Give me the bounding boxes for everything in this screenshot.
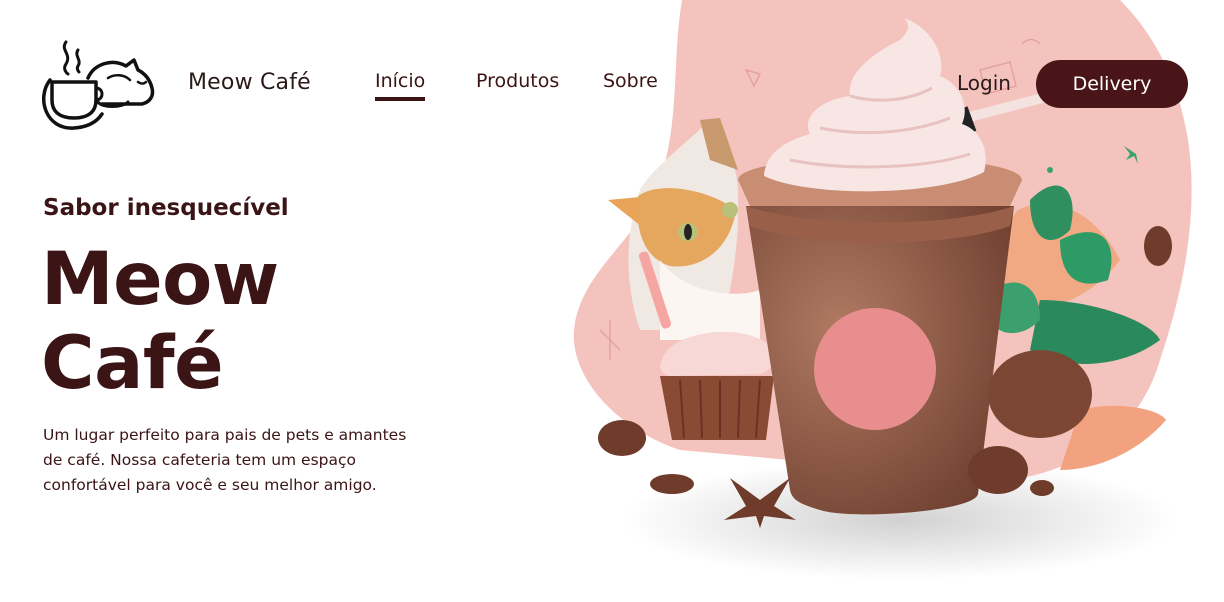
hero-description: Um lugar perfeito para pais de pets e am…	[43, 426, 407, 494]
login-link[interactable]: Login	[957, 71, 1011, 95]
hero-title: Meow Café	[41, 238, 401, 406]
cat-coffee-cup-icon[interactable]	[38, 38, 158, 132]
hero-tagline: Sabor inesquecível	[43, 195, 289, 221]
brand-name[interactable]: Meow Café	[188, 70, 311, 95]
nav-item-produtos[interactable]: Produtos	[476, 70, 559, 92]
delivery-button[interactable]: Delivery	[1036, 60, 1188, 108]
nav-item-inicio[interactable]: Início	[375, 70, 426, 101]
hero-title-line-1: Meow	[41, 237, 279, 322]
hero-title-line-2: Café	[41, 321, 224, 406]
cup-logo-dot	[814, 308, 936, 430]
